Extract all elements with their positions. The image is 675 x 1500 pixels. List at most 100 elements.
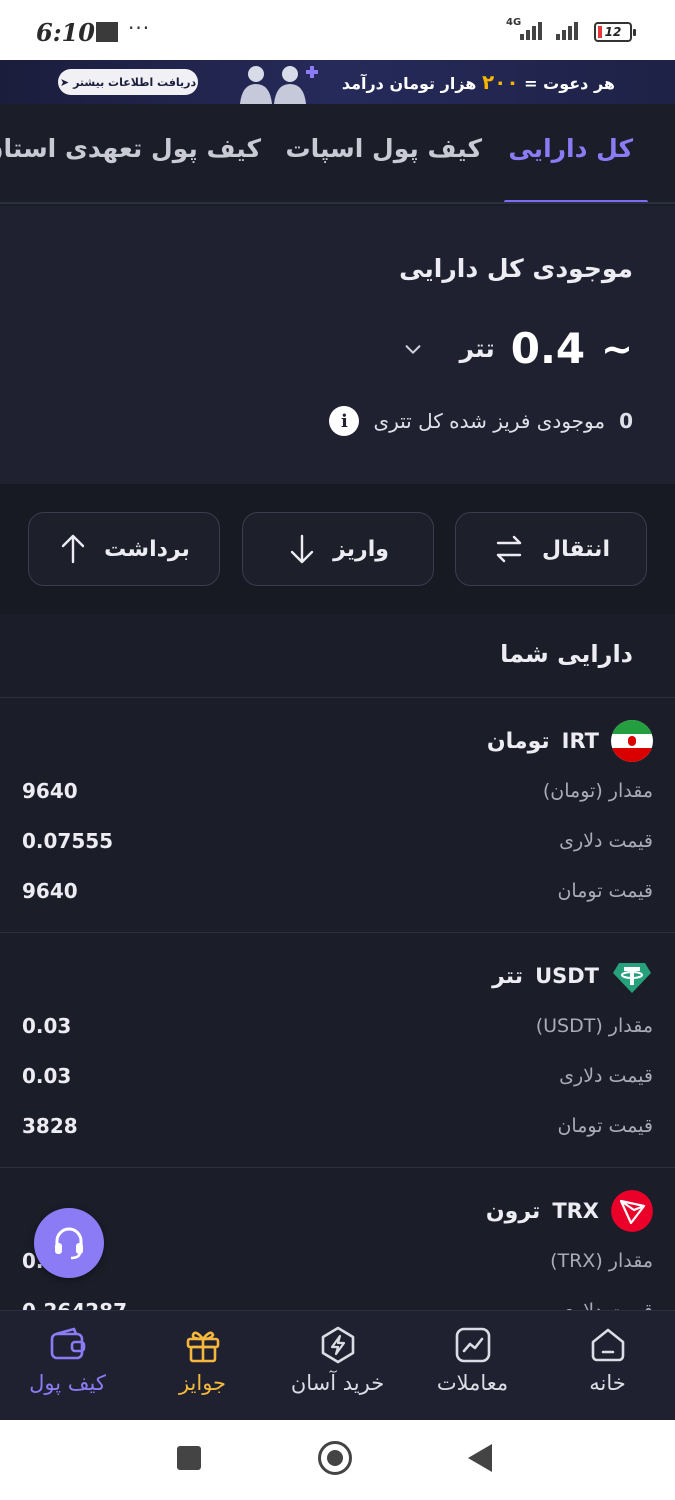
active-tab-indicator: [504, 200, 648, 202]
banner-text-prefix: هر دعوت =: [524, 74, 615, 93]
asset-toman-label: قیمت تومان: [557, 1115, 653, 1137]
banner-text-amount: ۲۰۰: [481, 70, 519, 94]
nav-easy-buy[interactable]: خرید آسان: [270, 1325, 405, 1395]
nav-rewards-label: جوایز: [178, 1371, 227, 1395]
nav-wallet-label: کیف پول: [29, 1371, 106, 1395]
battery-icon: 12: [594, 22, 636, 42]
nav-wallet[interactable]: کیف پول: [0, 1325, 135, 1395]
network-type: 4G: [506, 17, 522, 28]
asset-toman-row: 3828 قیمت تومان: [22, 1111, 653, 1141]
banner-text: هر دعوت = ۲۰۰ هزار تومان درآمد: [342, 70, 615, 94]
transfer-label: انتقال: [542, 536, 610, 562]
nav-trades[interactable]: معاملات: [405, 1325, 540, 1395]
balance-value: 0.4: [510, 324, 586, 373]
banner-text-suffix: هزار تومان درآمد: [341, 74, 477, 93]
recents-button[interactable]: [177, 1446, 201, 1470]
cursor-icon: ➤: [59, 75, 70, 89]
iran-flag-icon: [611, 720, 653, 762]
gift-icon: [186, 1331, 219, 1363]
referral-banner[interactable]: ➤ دریافت اطلاعات بیشتر هر دعوت = ۲۰۰ هزا…: [0, 60, 675, 104]
signal-icon-2: [556, 20, 582, 40]
lightning-icon: [321, 1326, 354, 1364]
info-icon[interactable]: i: [329, 406, 360, 436]
asset-amount-label: مقدار (USDT): [535, 1015, 653, 1037]
system-nav-bar: [0, 1420, 675, 1500]
transfer-button[interactable]: انتقال: [455, 512, 647, 586]
arrow-up-icon: [61, 534, 85, 564]
frozen-balance-label: موجودی فریز شده کل تتری: [373, 409, 606, 433]
nav-rewards[interactable]: جوایز: [135, 1325, 270, 1395]
asset-usd-label: قیمت دلاری: [559, 830, 653, 852]
action-buttons: انتقال واریز برداشت: [0, 484, 675, 614]
nav-home[interactable]: خانه: [540, 1325, 675, 1395]
notification-icon: [96, 22, 118, 42]
asset-usd-row: 0.07555 قیمت دلاری: [22, 826, 653, 856]
asset-amount: 0.03: [22, 1014, 72, 1038]
deposit-button[interactable]: واریز: [242, 512, 434, 586]
bottom-nav: کیف پول جوایز خرید آسان معاملات خانه: [0, 1310, 675, 1420]
tab-spot-wallet[interactable]: کیف پول اسپات: [285, 134, 482, 163]
signal-icon-1: [520, 20, 546, 40]
transfer-icon: [496, 535, 522, 563]
asset-symbol: USDT: [535, 964, 599, 988]
asset-symbol: TRX: [552, 1199, 599, 1223]
asset-toman-price: 9640: [22, 879, 78, 903]
status-time: 6:10: [36, 18, 95, 47]
asset-header: USDT تتر: [486, 955, 653, 997]
asset-usd-price: 0.264287: [22, 1299, 127, 1310]
asset-amount-row: 0.03 مقدار (USDT): [22, 1011, 653, 1041]
balance-row: ~ 0.4 تتر: [402, 324, 633, 373]
banner-button-label: دریافت اطلاعات بیشتر: [73, 75, 197, 89]
assets-section: دارایی شما IRT تومان 9640 مقدار (تومان) …: [0, 614, 675, 1310]
chevron-down-icon[interactable]: [402, 338, 424, 360]
asset-usd-row: 0.03 قیمت دلاری: [22, 1061, 653, 1091]
asset-header: IRT تومان: [481, 720, 653, 762]
asset-amount-label: مقدار (TRX): [550, 1250, 653, 1272]
home-icon: [591, 1328, 624, 1362]
asset-toman-label: قیمت تومان: [557, 880, 653, 902]
asset-amount-row: 0. مقدار (TRX): [22, 1246, 653, 1276]
wallet-tabs: کل دارایی کیف پول اسپات کیف پول تعهدی اس…: [0, 104, 675, 204]
balance-title: موجودی کل دارایی: [399, 254, 633, 283]
status-bar: 6:10 ··· 4G 12: [0, 0, 675, 60]
people-icon: [240, 66, 318, 104]
approx-symbol: ~: [601, 326, 633, 371]
banner-more-info-button[interactable]: ➤ دریافت اطلاعات بیشتر: [58, 69, 198, 95]
more-notifications-icon: ···: [128, 16, 151, 40]
tab-margin-wallet[interactable]: کیف پول تعهدی استان: [0, 134, 261, 163]
asset-usd-price: 0.07555: [22, 829, 114, 853]
arrow-down-icon: [290, 534, 314, 564]
frozen-balance-value: 0: [619, 409, 633, 433]
asset-name: ترون: [485, 1198, 541, 1224]
asset-usd-row: 0.264287 قیمت دلاری: [22, 1296, 653, 1310]
back-button[interactable]: [468, 1444, 492, 1472]
asset-symbol: IRT: [561, 729, 599, 753]
asset-name: تومان: [486, 728, 550, 754]
usdt-icon: [613, 963, 651, 993]
asset-card-irt[interactable]: IRT تومان 9640 مقدار (تومان) 0.07555 قیم…: [0, 697, 675, 932]
asset-toman-price: 3828: [22, 1114, 78, 1138]
balance-section: موجودی کل دارایی ~ 0.4 تتر 0 موجودی فریز…: [0, 206, 675, 484]
home-button[interactable]: [318, 1441, 352, 1475]
balance-unit-selector[interactable]: تتر: [460, 334, 495, 363]
support-button[interactable]: [34, 1208, 104, 1278]
withdraw-button[interactable]: برداشت: [28, 512, 220, 586]
asset-toman-row: 9640 قیمت تومان: [22, 876, 653, 906]
frozen-balance-row: 0 موجودی فریز شده کل تتری i: [329, 406, 633, 436]
tron-icon: [611, 1190, 653, 1232]
asset-amount-row: 9640 مقدار (تومان): [22, 776, 653, 806]
asset-card-usdt[interactable]: USDT تتر 0.03 مقدار (USDT) 0.03 قیمت دلا…: [0, 932, 675, 1167]
asset-usd-label: قیمت دلاری: [559, 1300, 653, 1310]
tab-total-assets[interactable]: کل دارایی: [508, 134, 633, 163]
wallet-icon: [50, 1327, 85, 1360]
chart-icon: [455, 1327, 490, 1363]
asset-usd-label: قیمت دلاری: [559, 1065, 653, 1087]
asset-usd-price: 0.03: [22, 1064, 72, 1088]
withdraw-label: برداشت: [104, 536, 190, 562]
deposit-label: واریز: [333, 536, 389, 562]
nav-trades-label: معاملات: [436, 1371, 509, 1395]
nav-easy-buy-label: خرید آسان: [290, 1371, 385, 1395]
asset-name: تتر: [492, 963, 524, 989]
nav-home-label: خانه: [589, 1371, 626, 1395]
assets-title: دارایی شما: [500, 640, 633, 668]
